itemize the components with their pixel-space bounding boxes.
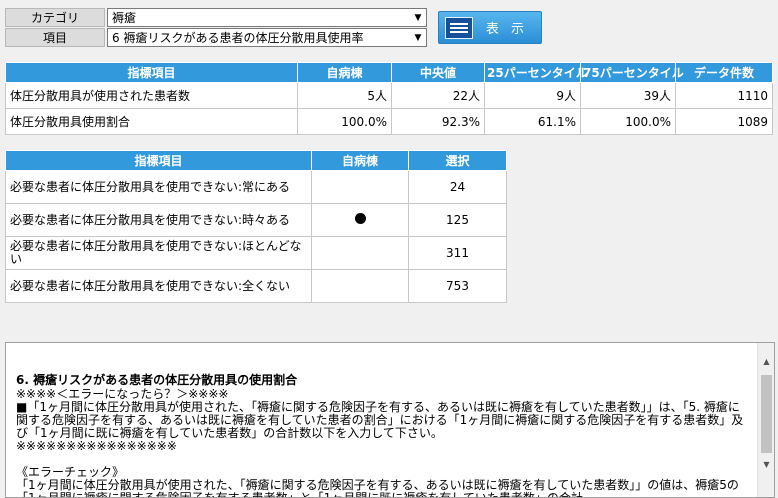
column-header: 選択 <box>408 150 507 171</box>
table-cell: 39人 <box>580 82 676 109</box>
table-cell: 100.0% <box>580 108 676 135</box>
table-cell: 24 <box>408 170 507 204</box>
table-cell: 必要な患者に体圧分散用具を使用できない:全くない <box>5 269 312 303</box>
table-header-row: 指標項目 自病棟 選択 <box>5 150 507 171</box>
scroll-down-icon[interactable]: ▼ <box>758 456 774 473</box>
table-cell: 必要な患者に体圧分散用具を使用できない:ほとんどない <box>5 236 312 270</box>
description-body: ※※※※＜エラーになったら？＞※※※※ ■「1ヶ月間に体圧分散用具が使用された、… <box>16 387 744 498</box>
table-row: 体圧分散用具使用割合 100.0% 92.3% 61.1% 100.0% 108… <box>5 108 773 135</box>
scrollbar-thumb[interactable] <box>761 375 772 453</box>
table-cell: 753 <box>408 269 507 303</box>
chevron-down-icon[interactable]: ▼ <box>410 9 426 26</box>
category-select-value: 褥瘡 <box>112 11 137 25</box>
own-ward-cell <box>311 269 409 303</box>
column-header: 指標項目 <box>5 62 298 83</box>
table-cell: 1089 <box>675 108 773 135</box>
table-cell: 100.0% <box>297 108 392 135</box>
category-select[interactable]: 褥瘡 ▼ <box>107 8 427 27</box>
filled-circle-icon <box>354 213 366 224</box>
table-row: 必要な患者に体圧分散用具を使用できない:常にある 24 <box>5 170 507 204</box>
own-ward-cell <box>311 236 409 270</box>
table-cell: 22人 <box>391 82 485 109</box>
table-header-row: 指標項目 自病棟 中央値 25パーセンタイル 75パーセンタイル データ件数 <box>5 62 773 83</box>
selection-table: 指標項目 自病棟 選択 必要な患者に体圧分散用具を使用できない:常にある 24 … <box>5 150 507 303</box>
item-select-value: 6 褥瘡リスクがある患者の体圧分散用具使用率 <box>112 31 364 45</box>
scroll-up-icon[interactable]: ▲ <box>758 353 774 370</box>
description-box[interactable]: 6. 褥瘡リスクがある患者の体圧分散用具の使用割合 ※※※※＜エラーになったら？＞… <box>5 342 775 498</box>
item-select[interactable]: 6 褥瘡リスクがある患者の体圧分散用具使用率 ▼ <box>107 28 427 47</box>
column-header: 指標項目 <box>5 150 312 171</box>
column-header: 25パーセンタイル <box>484 62 588 83</box>
table-cell: 体圧分散用具使用割合 <box>5 108 298 135</box>
description-text: 6. 褥瘡リスクがある患者の体圧分散用具の使用割合 ※※※※＜エラーになったら？＞… <box>16 348 748 498</box>
own-ward-cell <box>311 170 409 204</box>
show-button[interactable]: 表 示 <box>438 11 542 44</box>
table-cell: 必要な患者に体圧分散用具を使用できない:常にある <box>5 170 312 204</box>
own-ward-cell <box>311 203 409 237</box>
category-label: カテゴリ <box>5 8 105 27</box>
show-button-label: 表 示 <box>485 22 529 37</box>
table-cell: 61.1% <box>484 108 581 135</box>
chevron-down-icon[interactable]: ▼ <box>410 29 426 46</box>
table-cell: 92.3% <box>391 108 485 135</box>
table-cell: 1110 <box>675 82 773 109</box>
item-label: 項目 <box>5 28 105 47</box>
table-cell: 311 <box>408 236 507 270</box>
selector-panel: カテゴリ 褥瘡 ▼ 項目 6 褥瘡リスクがある患者の体圧分散用具使用率 ▼ <box>5 8 427 48</box>
table-row: 体圧分散用具が使用された患者数 5人 22人 9人 39人 1110 <box>5 82 773 109</box>
table-row: 必要な患者に体圧分散用具を使用できない:全くない 753 <box>5 269 507 303</box>
description-title: 6. 褥瘡リスクがある患者の体圧分散用具の使用割合 <box>16 373 298 387</box>
table-cell: 体圧分散用具が使用された患者数 <box>5 82 298 109</box>
table-row: 必要な患者に体圧分散用具を使用できない:時々ある 125 <box>5 203 507 237</box>
column-header: 75パーセンタイル <box>580 62 684 83</box>
table-cell: 5人 <box>297 82 392 109</box>
table-cell: 9人 <box>484 82 581 109</box>
vertical-scrollbar[interactable]: ▲ ▼ <box>757 343 774 497</box>
list-icon <box>445 16 473 39</box>
table-cell: 必要な患者に体圧分散用具を使用できない:時々ある <box>5 203 312 237</box>
column-header: データ件数 <box>675 62 773 83</box>
table-row: 必要な患者に体圧分散用具を使用できない:ほとんどない 311 <box>5 236 507 270</box>
column-header: 自病棟 <box>311 150 409 171</box>
column-header: 中央値 <box>391 62 485 83</box>
indicator-table: 指標項目 自病棟 中央値 25パーセンタイル 75パーセンタイル データ件数 体… <box>5 62 773 135</box>
table-cell: 125 <box>408 203 507 237</box>
category-row: カテゴリ 褥瘡 ▼ <box>5 8 427 27</box>
item-row: 項目 6 褥瘡リスクがある患者の体圧分散用具使用率 ▼ <box>5 28 427 47</box>
column-header: 自病棟 <box>297 62 392 83</box>
